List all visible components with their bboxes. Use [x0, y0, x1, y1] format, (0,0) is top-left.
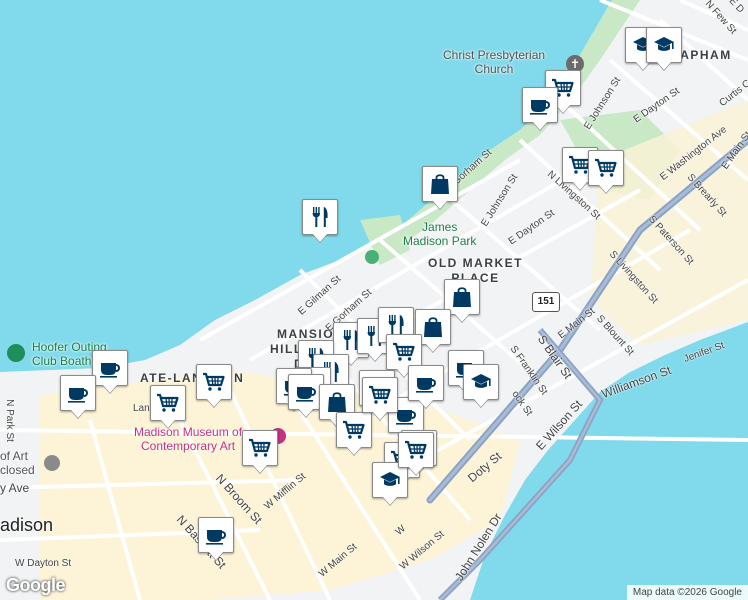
closed-museum-icon — [44, 455, 60, 471]
shopping-icon — [157, 393, 179, 412]
map-canvas[interactable]: Christ Presbyterian Church ✝ James Madis… — [0, 0, 748, 600]
us-151-shield-icon: 151 — [532, 292, 560, 312]
cafe-marker[interactable] — [198, 517, 234, 553]
google-logo-text: Google — [6, 575, 66, 595]
school-marker[interactable] — [463, 364, 499, 400]
grocery-marker[interactable] — [362, 377, 398, 413]
restaurant-marker[interactable] — [302, 199, 338, 235]
shopping-icon — [393, 342, 415, 361]
boathouse-icon — [7, 344, 25, 362]
map-attribution-text: Map data ©2026 Google — [632, 587, 742, 598]
shopping-icon — [405, 440, 427, 459]
cafe-marker[interactable] — [408, 365, 444, 401]
basemap — [0, 0, 748, 600]
education-icon — [471, 374, 491, 388]
shopping-icon — [203, 372, 225, 391]
store-icon — [431, 174, 449, 194]
cafe-icon — [416, 378, 436, 393]
cafe-icon — [206, 530, 226, 545]
store-icon — [424, 317, 442, 337]
shopping-icon — [249, 438, 271, 457]
cafe-icon — [296, 387, 316, 402]
grocery-marker[interactable] — [336, 412, 372, 448]
cafe-icon — [100, 363, 120, 378]
restaurant-icon — [312, 207, 328, 227]
cafe-marker[interactable] — [92, 350, 128, 386]
cafe-icon — [68, 388, 88, 403]
cafe-marker[interactable] — [522, 87, 558, 123]
cafe-marker[interactable] — [60, 375, 96, 411]
shopping-icon — [595, 158, 617, 177]
grocery-marker[interactable] — [588, 150, 624, 186]
grocery-marker[interactable] — [150, 385, 186, 421]
school-marker[interactable] — [646, 27, 682, 63]
cafe-icon — [530, 100, 550, 115]
park-icon — [365, 250, 379, 264]
shopping-icon — [343, 420, 365, 439]
map-attribution[interactable]: Map data ©2026 Google — [626, 585, 748, 600]
store-marker[interactable] — [422, 166, 458, 202]
store-icon — [453, 287, 471, 307]
grocery-marker[interactable] — [398, 432, 434, 468]
grocery-marker[interactable] — [242, 430, 278, 466]
education-icon — [654, 37, 674, 51]
google-logo: Google — [6, 575, 66, 596]
grocery-marker[interactable] — [196, 364, 232, 400]
shopping-icon — [369, 385, 391, 404]
education-icon — [380, 472, 400, 486]
us-151-shield-text: 151 — [537, 296, 555, 307]
